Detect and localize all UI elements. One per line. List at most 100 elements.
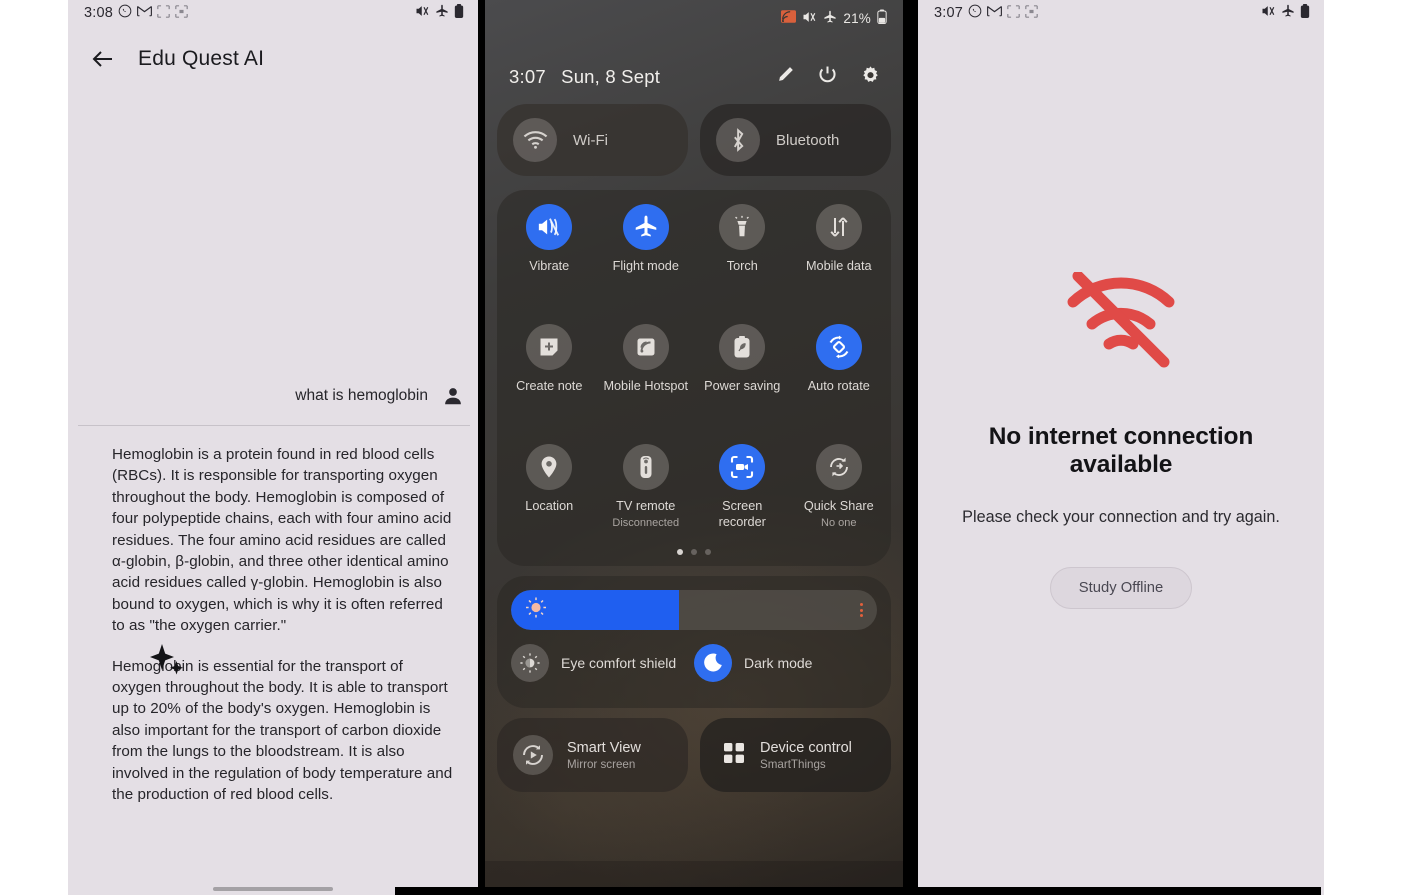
tile-label: Mobile data — [805, 259, 872, 273]
message-divider — [78, 425, 470, 426]
home-gesture-pill[interactable] — [213, 887, 333, 891]
toggle-dark-mode[interactable]: Dark mode — [694, 644, 877, 682]
clock-and-date[interactable]: 3:07 Sun, 8 Sept — [509, 66, 660, 88]
smart-view-icon — [513, 735, 553, 775]
tile-flight-mode[interactable]: Flight mode — [598, 204, 695, 318]
card-subtitle: Mirror screen — [567, 757, 636, 771]
toggle-eye-comfort-shield[interactable]: Eye comfort shield — [511, 644, 694, 682]
connectivity-row: Wi-Fi Bluetooth — [497, 104, 891, 176]
battery-percent-label: 21% — [843, 10, 871, 26]
tile-tv-remote[interactable]: TV remote Disconnected — [598, 444, 695, 558]
pagination-dots[interactable] — [497, 549, 891, 555]
offline-subtitle: Please check your connection and try aga… — [962, 508, 1280, 526]
tile-grid: Vibrate Flight mode Torch Mobile data Cr… — [501, 204, 887, 558]
tile-label: Power saving — [704, 379, 781, 393]
airplane-mode-icon — [435, 4, 449, 22]
tile-label: Auto rotate — [807, 379, 870, 393]
status-bar-time: 3:08 — [84, 5, 114, 21]
tile-mobile-hotspot[interactable]: Mobile Hotspot — [598, 324, 695, 438]
bluetooth-label: Bluetooth — [776, 131, 840, 149]
tile-create-note[interactable]: Create note — [501, 324, 598, 438]
tile-torch[interactable]: Torch — [694, 204, 791, 318]
bluetooth-tile[interactable]: Bluetooth — [700, 104, 891, 176]
tile-label: Mobile Hotspot — [603, 379, 689, 393]
power-icon[interactable] — [817, 65, 838, 90]
toggle-label: Dark mode — [744, 655, 813, 671]
screenshot-canvas: 3:08 Edu Quest AI what is hemoglobin Hem… — [0, 0, 1405, 895]
edu-quest-ai-chat-screen: 3:08 Edu Quest AI what is hemoglobin Hem… — [68, 0, 478, 895]
quick-settings-tile-grid: Vibrate Flight mode Torch Mobile data Cr… — [497, 190, 891, 566]
ai-message-body: Hemoglobin is a protein found in red blo… — [112, 444, 478, 806]
notification-dots-icon — [157, 4, 170, 22]
display-toggle-row: Eye comfort shield Dark mode — [511, 644, 877, 682]
moon-icon — [694, 644, 732, 682]
wifi-tile[interactable]: Wi-Fi — [497, 104, 688, 176]
study-offline-button[interactable]: Study Offline — [1049, 567, 1193, 609]
screenshot-icon — [175, 4, 188, 22]
tile-auto-rotate[interactable]: Auto rotate — [791, 324, 888, 438]
ai-paragraph: Hemoglobin is a protein found in red blo… — [112, 446, 452, 635]
tile-label: Create note — [516, 379, 583, 393]
tile-label: TV remote — [616, 499, 676, 513]
create-note-icon — [526, 324, 573, 370]
vibrate-icon — [526, 204, 573, 250]
back-arrow-icon[interactable] — [90, 46, 116, 72]
torch-icon — [719, 204, 766, 250]
sparkle-ai-icon-wrap — [68, 444, 112, 806]
more-options-icon[interactable] — [860, 603, 863, 617]
header-actions — [775, 65, 881, 90]
brightness-card: Eye comfort shield Dark mode — [497, 576, 891, 708]
mute-icon — [802, 10, 817, 27]
offline-content: No internet connection available Please … — [918, 0, 1324, 895]
location-pin-icon — [526, 444, 573, 490]
page-title: Edu Quest AI — [138, 47, 265, 70]
tile-vibrate[interactable]: Vibrate — [501, 204, 598, 318]
screen-cast-icon — [781, 10, 797, 26]
pagination-dot[interactable] — [677, 549, 683, 555]
battery-icon — [877, 9, 887, 27]
clock-date: Sun, 8 Sept — [561, 66, 661, 87]
mobile-data-icon — [815, 204, 862, 250]
pagination-dot[interactable] — [705, 549, 711, 555]
clock-time: 3:07 — [509, 66, 546, 87]
tile-label: Screen recorder — [718, 499, 766, 529]
brightness-slider[interactable] — [511, 590, 877, 630]
gmail-icon — [137, 5, 152, 21]
panel-seam — [478, 0, 485, 895]
edit-pencil-icon[interactable] — [775, 65, 795, 89]
user-message-row: what is hemoglobin — [68, 385, 478, 407]
device-control-icon — [722, 741, 746, 770]
card-title: Device control — [760, 739, 852, 756]
panel-seam — [903, 0, 918, 895]
tile-quick-share[interactable]: Quick Share No one — [791, 444, 888, 558]
pagination-dot[interactable] — [691, 549, 697, 555]
quick-settings-panel: 21% 3:07 Sun, 8 Sept Wi-Fi Bluetooth Vib… — [485, 0, 903, 895]
auto-rotate-icon — [815, 324, 862, 370]
card-subtitle: SmartThings — [760, 757, 826, 771]
offline-title: No internet connection available — [988, 423, 1254, 478]
tile-screen-recorder[interactable]: Screen recorder — [694, 444, 791, 558]
user-message-text: what is hemoglobin — [295, 387, 428, 404]
eye-comfort-icon — [511, 644, 549, 682]
tile-power-saving[interactable]: Power saving — [694, 324, 791, 438]
chat-transcript[interactable]: what is hemoglobin Hemoglobin is a prote… — [68, 88, 478, 895]
tile-sublabel: No one — [821, 517, 857, 529]
gear-icon[interactable] — [860, 65, 881, 90]
card-title: Smart View — [567, 739, 641, 756]
airplane-mode-icon — [823, 10, 837, 27]
tile-label: Location — [525, 499, 574, 513]
smart-view-card[interactable]: Smart View Mirror screen — [497, 718, 688, 792]
quick-share-icon — [815, 444, 862, 490]
toggle-label: Eye comfort shield — [561, 655, 677, 671]
tile-location[interactable]: Location — [501, 444, 598, 558]
bluetooth-icon — [716, 118, 760, 162]
airplane-icon — [622, 204, 669, 250]
bottom-edge-bar — [395, 887, 1321, 895]
wifi-off-icon — [1056, 270, 1186, 381]
tile-label: Quick Share — [803, 499, 874, 513]
app-bar: Edu Quest AI — [68, 30, 478, 88]
tile-mobile-data[interactable]: Mobile data — [791, 204, 888, 318]
quick-settings-header: 3:07 Sun, 8 Sept — [485, 56, 903, 98]
tv-remote-icon — [622, 444, 669, 490]
device-control-card[interactable]: Device control SmartThings — [700, 718, 891, 792]
